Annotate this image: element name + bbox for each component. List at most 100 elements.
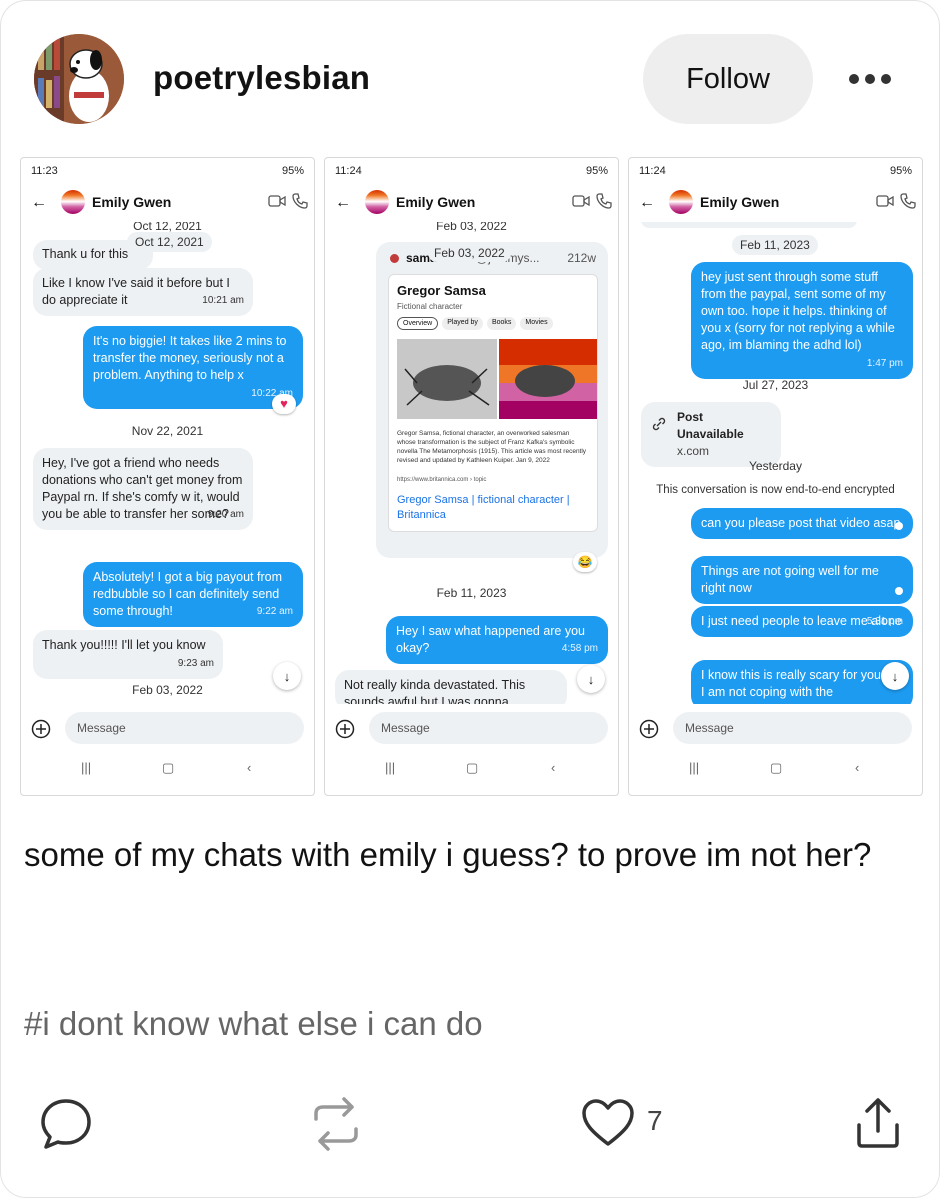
contact-name: Emily Gwen (396, 194, 476, 210)
message-text: It's no biggie! It takes like 2 mins to … (93, 334, 287, 382)
chat-screenshot-2: 11:24 95% ← Emily Gwen Feb 03, 2022 sama… (324, 157, 619, 796)
contact-name: Emily Gwen (700, 194, 780, 210)
message-text: can you please post that video asap (701, 516, 901, 530)
scroll-down-icon: ↓ (881, 662, 909, 690)
scroll-down-icon: ↓ (577, 665, 605, 693)
tab-books: Books (486, 317, 517, 330)
status-time: 11:24 (639, 165, 666, 177)
contact-avatar (365, 190, 389, 214)
date-pill: Feb 03, 2022 (428, 244, 511, 262)
message-outgoing: hey just sent through some stuff from th… (691, 262, 913, 379)
post-domain: x.com (677, 444, 710, 458)
compose-bar: Message (325, 710, 618, 748)
message-incoming (641, 222, 857, 228)
plus-icon (639, 719, 659, 739)
back-nav-icon: ‹ (551, 760, 556, 775)
date-separator: Feb 03, 2022 (132, 683, 203, 697)
message-incoming: Not really kinda devastated. This sounds… (335, 670, 567, 704)
date-separator: Feb 11, 2023 (436, 586, 507, 600)
follow-button[interactable]: Follow (643, 34, 813, 124)
back-arrow-icon: ← (639, 194, 655, 211)
more-options-icon[interactable] (846, 71, 896, 87)
message-outgoing: I just need people to leave me alone 5:3… (691, 606, 913, 637)
post-caption: some of my chats with emily i guess? to … (24, 836, 872, 873)
contact-name: Emily Gwen (92, 194, 172, 210)
embed-avatar (390, 254, 399, 263)
status-bar: 11:24 95% (639, 165, 912, 179)
avatar[interactable] (34, 34, 124, 124)
message-time: 10:22 am (251, 388, 293, 399)
message-time: 9:23 am (177, 658, 214, 669)
shared-post-card: samantha @jammys... 212w Feb 03, 2022 Gr… (376, 242, 608, 558)
chat-header: ← Emily Gwen (629, 186, 922, 222)
result-link: Gregor Samsa | fictional character | Bri… (397, 494, 570, 521)
message-text: Things are not going well for me right n… (701, 564, 879, 595)
google-result-card: Gregor Samsa Fictional character Overvie… (388, 274, 598, 532)
status-bar: 11:24 95% (335, 165, 608, 179)
contact-avatar (61, 190, 85, 214)
read-indicator-icon (895, 522, 903, 530)
compose-bar: Message (21, 710, 314, 748)
result-title: Gregor Samsa (397, 283, 486, 298)
back-arrow-icon: ← (335, 194, 351, 211)
home-icon: ▢ (466, 760, 479, 775)
android-nav-bar: ||| ▢ ‹ (21, 758, 314, 782)
date-pill: Oct 12, 2021 (127, 232, 212, 252)
message-input: Message (673, 712, 912, 744)
chat-header: ← Emily Gwen (325, 186, 618, 222)
message-input: Message (369, 712, 608, 744)
message-list: Oct 12, 2021 Thank u for this Oct 12, 20… (21, 222, 314, 704)
recents-icon: ||| (689, 760, 700, 775)
post-tag[interactable]: #i dont know what else i can do (24, 1005, 483, 1043)
android-nav-bar: ||| ▢ ‹ (629, 758, 922, 782)
result-subtitle: Fictional character (397, 302, 463, 311)
reblog-icon[interactable] (310, 1097, 362, 1156)
date-separator: Feb 03, 2022 (436, 222, 507, 233)
laughing-reaction-icon: 😂 (573, 552, 597, 572)
message-text: Thank you!!!!! I'll let you know (42, 638, 206, 652)
date-separator: Jul 27, 2023 (742, 378, 809, 392)
chat-screenshot-1: 11:23 95% ← Emily Gwen Oct 12, 2021 Than… (20, 157, 315, 796)
status-battery: 95% (585, 165, 608, 177)
message-outgoing: I know this is really scary for you but … (691, 660, 913, 704)
unavailable-post-card: Post Unavailable x.com (641, 402, 781, 467)
date-pill: Feb 11, 2023 (732, 235, 818, 255)
phone-icon (292, 193, 308, 209)
compose-bar: Message (629, 710, 922, 748)
recents-icon: ||| (81, 760, 92, 775)
status-time: 11:23 (31, 165, 58, 177)
message-text: I know this is really scary for you but … (701, 668, 902, 699)
video-call-icon (572, 195, 590, 207)
heart-reaction-icon: ♥ (272, 394, 296, 414)
video-call-icon (876, 195, 894, 207)
home-icon: ▢ (770, 760, 783, 775)
message-time: 1:47 pm (866, 358, 903, 369)
message-outgoing: Things are not going well for me right n… (691, 556, 913, 604)
android-nav-bar: ||| ▢ ‹ (325, 758, 618, 782)
username[interactable]: poetrylesbian (153, 59, 370, 97)
message-incoming: Hey, I've got a friend who needs donatio… (33, 448, 253, 530)
date-separator: Yesterday (749, 459, 802, 473)
recents-icon: ||| (385, 760, 396, 775)
message-list: Feb 03, 2022 samantha @jammys... 212w Fe… (325, 222, 618, 704)
phone-icon (596, 193, 612, 209)
reply-icon[interactable] (39, 1097, 93, 1156)
home-icon: ▢ (162, 760, 175, 775)
message-text: Thank u for this (42, 247, 129, 261)
tab-played-by: Played by (442, 317, 483, 330)
video-call-icon (268, 195, 286, 207)
beetle-illustration (397, 339, 597, 419)
back-nav-icon: ‹ (855, 760, 860, 775)
result-url: https://www.britannica.com › topic (397, 477, 487, 483)
encryption-notice: This conversation is now end-to-end encr… (656, 484, 895, 496)
tab-overview: Overview (397, 317, 439, 330)
status-time: 11:24 (335, 165, 362, 177)
share-icon[interactable] (851, 1095, 905, 1156)
like-heart-icon[interactable] (581, 1098, 635, 1153)
message-outgoing: Hey I saw what happened are you okay? 4:… (386, 616, 608, 664)
date-separator: Nov 22, 2021 (131, 424, 204, 438)
chat-screenshot-3: 11:24 95% ← Emily Gwen Feb 11, 2023 hey … (628, 157, 923, 796)
post-unavailable-title: Post Unavailable (677, 410, 744, 441)
message-incoming: Thank you!!!!! I'll let you know 9:23 am (33, 630, 223, 679)
message-text: Not really kinda devastated. This sounds… (344, 678, 526, 704)
